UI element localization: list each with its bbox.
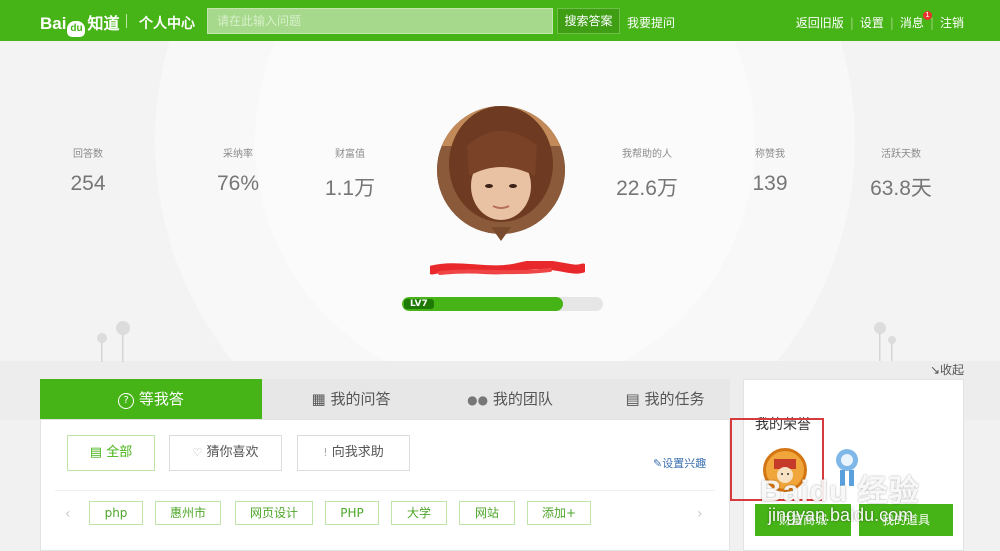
redacted-username [430,261,585,275]
top-bar: Bai du 知道 个人中心 请在此输入问题 搜索答案 我要提问 返回旧版 | 设置 | 消… [0,0,1000,41]
prev-arrow-icon[interactable]: ‹ [65,506,71,522]
grid-icon: ▦ [311,390,326,408]
stat-active-days[interactable]: 活跃天数 63.8天 [862,145,940,202]
stat-wealth[interactable]: 财富值 1.1万 [316,145,384,202]
calendar-icon: ▤ [625,390,640,408]
level-label: LV7 [404,299,434,309]
watermark-url: jingyan.baidu.com [768,505,914,525]
stat-label: 财富值 [335,149,365,160]
baidu-zhidao-logo[interactable]: Bai du 知道 [40,10,119,37]
question-icon: ? [118,393,135,409]
ask-question-link[interactable]: 我要提问 [627,14,675,31]
decor-tree-icon [874,322,896,361]
right-nav: 返回旧版 | 设置 | 消息 | 注销 [796,14,964,31]
tab-my-tasks[interactable]: ▤ 我的任务 [600,379,730,419]
stat-label: 称赞我 [755,149,785,160]
logo-text: Bai [40,14,67,33]
logout-link[interactable]: 注销 [940,14,964,31]
tab-label: 我的团队 [492,390,553,408]
stat-label: 采纳率 [223,149,253,160]
stat-value: 139 [752,172,788,195]
divider [55,490,715,491]
stat-value: 63.8天 [870,177,932,200]
filter-label: 向我求助 [331,445,384,460]
stat-value: 254 [70,172,106,195]
stat-value: 1.1万 [324,177,376,200]
heart-icon: ♡ [192,446,203,459]
next-arrow-icon[interactable]: › [697,506,703,522]
stat-label: 活跃天数 [881,149,921,160]
messages-link[interactable]: 消息 [900,14,924,31]
list-icon: ▤ [89,445,103,460]
stat-helped-people[interactable]: 我帮助的人 22.6万 [612,145,682,202]
team-icon: ●● [467,393,489,407]
tab-my-team[interactable]: ●● 我的团队 [430,379,590,419]
filter-label: 全部 [106,445,133,460]
tab-waiting-answer[interactable]: ? 等我答 [40,379,262,419]
logo-suffix: 知道 [87,16,120,33]
alert-icon: ! [323,446,328,459]
tag-university[interactable]: 大学 [391,501,447,525]
avatar-photo [437,106,565,234]
tab-label: 我的任务 [644,390,705,408]
tab-label: 我的问答 [330,390,391,408]
tag-web-design[interactable]: 网页设计 [235,501,313,525]
divider: | [889,16,894,30]
settings-link[interactable]: 设置 [860,14,884,31]
user-avatar[interactable] [437,106,565,234]
filter-all-button[interactable]: ▤ 全部 [67,435,155,471]
tab-label: 等我答 [138,390,184,408]
paw-icon: du [67,21,86,37]
back-old-version-link[interactable]: 返回旧版 [796,14,844,31]
divider [126,14,127,28]
decor-tree-icon [97,321,130,362]
level-progress-bar: LV7 [402,297,603,311]
filter-label: 猜你喜欢 [206,445,259,460]
filter-guess-button[interactable]: ♡ 猜你喜欢 [169,435,282,471]
stat-value: 76% [216,172,260,195]
question-panel: ▤ 全部 ♡ 猜你喜欢 ! 向我求助 ✎设置兴趣 ‹ php 惠州市 网页设计 … [40,419,730,551]
stat-value: 22.6万 [616,177,678,200]
page-title: 个人中心 [139,16,195,32]
divider: | [849,16,854,30]
tag-huizhou[interactable]: 惠州市 [155,501,221,525]
tab-my-qa[interactable]: ▦ 我的问答 [276,379,426,419]
filter-help-button[interactable]: ! 向我求助 [297,435,410,471]
tag-php-upper[interactable]: PHP [325,501,379,525]
stat-adoption-rate[interactable]: 采纳率 76% [208,145,268,196]
stat-label: 回答数 [73,149,103,160]
main-tabs: ? 等我答 ▦ 我的问答 ●● 我的团队 ▤ 我的任务 [40,379,730,419]
stat-answers[interactable]: 回答数 254 [58,145,118,196]
search-input[interactable]: 请在此输入问题 [207,8,553,34]
stat-label: 我帮助的人 [622,149,672,160]
stat-praises[interactable]: 称赞我 139 [742,145,798,196]
message-badge: 1 [923,11,932,20]
tag-php[interactable]: php [89,501,143,525]
avatar-pointer [491,227,511,241]
set-interest-link[interactable]: ✎设置兴趣 [653,455,706,471]
collapse-button[interactable]: ↘收起 [930,361,964,378]
tag-website[interactable]: 网站 [459,501,515,525]
watermark-text: Baidu 经验 [760,475,920,508]
search-button[interactable]: 搜索答案 [557,8,620,34]
profile-hero: 回答数 254 采纳率 76% 财富值 1.1万 LV7 我帮助的人 22.6万 [0,41,1000,420]
tag-add-button[interactable]: 添加+ [527,501,591,525]
